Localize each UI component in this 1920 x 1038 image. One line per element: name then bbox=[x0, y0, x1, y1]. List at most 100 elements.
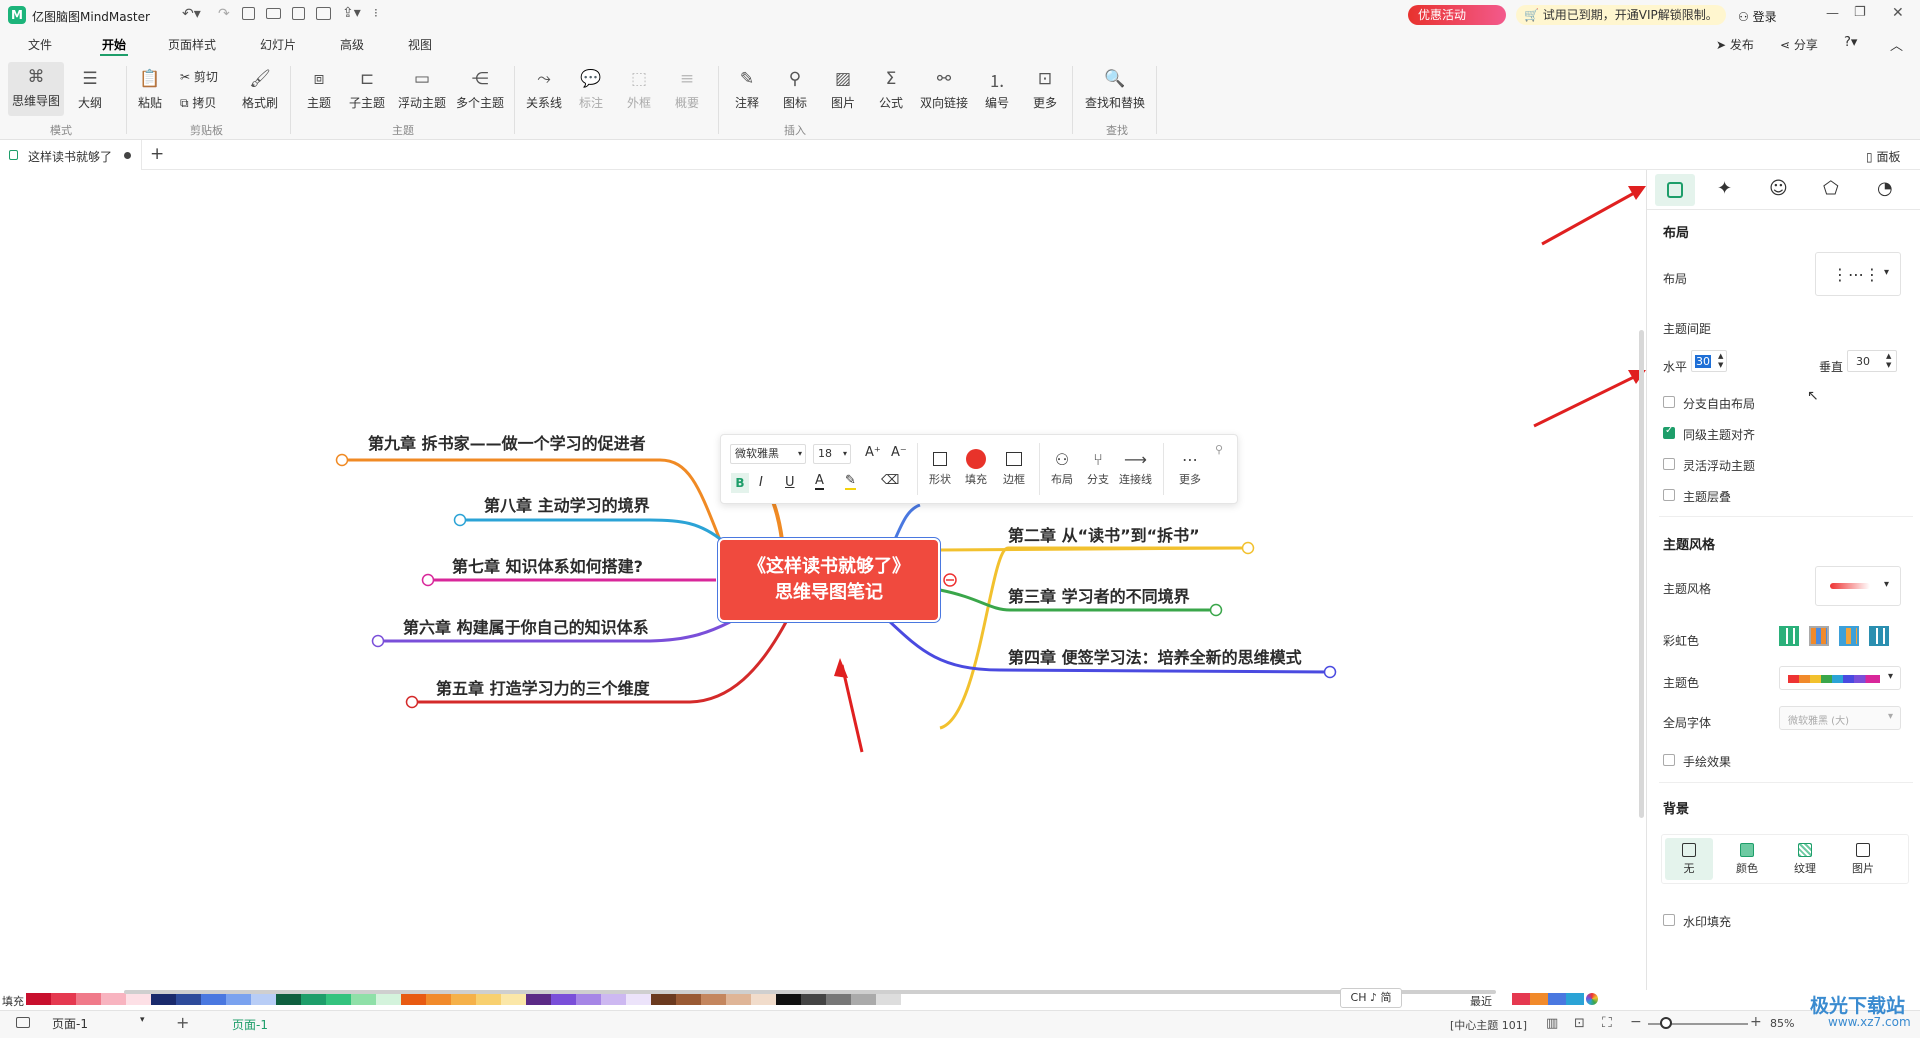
share-button[interactable]: ⋖ 分享 bbox=[1780, 36, 1818, 53]
connector-button[interactable]: ⟶ 连接线 bbox=[1119, 447, 1152, 487]
rainbow-option-3[interactable] bbox=[1839, 626, 1859, 646]
collapse-ribbon-button[interactable]: ︿ bbox=[1890, 35, 1903, 54]
fullscreen-icon[interactable]: ⛶ bbox=[1602, 1015, 1612, 1031]
free-layout-checkbox[interactable] bbox=[1663, 396, 1675, 408]
topic-overlap-checkbox[interactable] bbox=[1663, 489, 1675, 501]
layout-button[interactable]: ⚇ 布局 bbox=[1051, 447, 1073, 487]
panel-tab-layout[interactable] bbox=[1655, 174, 1695, 206]
zoom-slider-thumb[interactable] bbox=[1660, 1017, 1672, 1029]
shape-button[interactable]: 形状 bbox=[929, 447, 951, 487]
boundary-button[interactable]: ⬚ 外框 bbox=[624, 64, 654, 116]
numbering-button[interactable]: ⒈ 编号 bbox=[982, 64, 1012, 116]
maximize-button[interactable]: ❐ bbox=[1854, 5, 1866, 20]
branch-button[interactable]: ⑂ 分支 bbox=[1087, 447, 1109, 487]
topic-left-6[interactable]: 第六章 构建属于你自己的知识体系 bbox=[403, 614, 649, 638]
new-tab-button[interactable]: + bbox=[150, 144, 164, 164]
clear-format-icon[interactable]: ⌫ bbox=[881, 473, 899, 488]
panel-tab-theme[interactable]: ⬠ bbox=[1823, 178, 1839, 199]
border-button[interactable]: 边框 bbox=[1003, 447, 1025, 487]
relation-button[interactable]: ⤳ 关系线 bbox=[522, 64, 566, 116]
menu-advanced[interactable]: 高级 bbox=[340, 36, 364, 53]
icon-button[interactable]: ⚲ 图标 bbox=[780, 64, 810, 116]
redo-button[interactable]: ↷ bbox=[218, 6, 230, 22]
topic-left-9[interactable]: 第九章 拆书家——做一个学习的促进者 bbox=[368, 430, 646, 454]
pin-toolbar-icon[interactable]: ⚲ bbox=[1215, 443, 1223, 456]
format-brush-button[interactable]: 🖌 格式刷 bbox=[240, 64, 280, 116]
underline-button[interactable]: U bbox=[785, 475, 795, 490]
recent-colors[interactable] bbox=[1512, 993, 1584, 1005]
save-icon[interactable] bbox=[292, 7, 305, 20]
topic-left-7[interactable]: 第七章 知识体系如何搭建? bbox=[452, 553, 643, 577]
page-tab[interactable]: 页面-1 bbox=[232, 1016, 268, 1033]
fit-page-icon[interactable]: ⊡ bbox=[1574, 1016, 1585, 1031]
bilink-button[interactable]: ⚯ 双向链接 bbox=[918, 64, 970, 116]
panel-tab-history[interactable]: ◔ bbox=[1877, 178, 1893, 199]
align-siblings-checkbox[interactable]: ✓ bbox=[1663, 425, 1675, 439]
paste-button[interactable]: 📋 粘贴 bbox=[134, 64, 166, 116]
vertical-spacing-input[interactable]: 30 ▲ ▼ bbox=[1847, 350, 1897, 372]
vip-notice[interactable]: 🛒 试用已到期，开通VIP解锁限制。 bbox=[1516, 5, 1726, 25]
print-icon[interactable] bbox=[316, 7, 331, 20]
font-family-select[interactable]: 微软雅黑 ▾ bbox=[730, 444, 806, 464]
palette-scrollbar[interactable] bbox=[124, 990, 1496, 994]
font-grow-icon[interactable]: A⁺ bbox=[865, 445, 881, 460]
watermark-fill-checkbox[interactable] bbox=[1663, 914, 1675, 926]
color-wheel-icon[interactable] bbox=[1586, 993, 1598, 1005]
publish-button[interactable]: ➤ 发布 bbox=[1716, 36, 1754, 53]
copy-button[interactable]: ⧉ 拷贝 bbox=[180, 94, 216, 111]
bold-button[interactable]: B bbox=[731, 473, 749, 493]
italic-button[interactable]: I bbox=[759, 475, 763, 490]
topic-right-4[interactable]: 第四章 便签学习法：培养全新的思维模式 bbox=[1008, 644, 1302, 668]
help-button[interactable]: ?▾ bbox=[1844, 35, 1857, 50]
menu-home[interactable]: 开始 bbox=[102, 36, 126, 53]
subtopic-button[interactable]: ⊏ 子主题 bbox=[346, 64, 388, 116]
bg-image-option[interactable]: 图片 bbox=[1839, 838, 1887, 880]
font-shrink-icon[interactable]: A⁻ bbox=[891, 445, 907, 460]
open-folder-icon[interactable] bbox=[266, 8, 281, 19]
cut-button[interactable]: ✂ 剪切 bbox=[180, 68, 218, 85]
theme-color-select[interactable]: ▾ bbox=[1779, 666, 1901, 690]
new-file-icon[interactable] bbox=[242, 7, 255, 20]
formula-button[interactable]: Σ 公式 bbox=[876, 64, 906, 116]
outline-mode-button[interactable]: ☰ 大纲 bbox=[70, 64, 110, 116]
multi-topic-button[interactable]: ⋲ 多个主题 bbox=[454, 64, 506, 116]
mindmap-mode-button[interactable]: ⌘ 思维导图 bbox=[8, 62, 64, 116]
palette-swatches[interactable] bbox=[26, 993, 1276, 1005]
mindmap-canvas[interactable]: 第九章 拆书家——做一个学习的促进者 第八章 主动学习的境界 第七章 知识体系如… bbox=[0, 170, 1646, 990]
export-icon[interactable]: ⇪▾ bbox=[342, 5, 361, 21]
rainbow-option-1[interactable] bbox=[1779, 626, 1799, 646]
global-font-select[interactable]: 微软雅黑 (大) ▾ bbox=[1779, 706, 1901, 730]
page-select[interactable]: 页面-1 ▾ bbox=[52, 1015, 152, 1033]
rainbow-option-4[interactable] bbox=[1869, 626, 1889, 646]
zoom-out-button[interactable]: − bbox=[1630, 1014, 1642, 1030]
close-button[interactable]: ✕ bbox=[1892, 5, 1904, 21]
menu-slides[interactable]: 幻灯片 bbox=[260, 36, 296, 53]
more-button[interactable]: ⊡ 更多 bbox=[1030, 64, 1060, 116]
add-page-button[interactable]: + bbox=[176, 1013, 189, 1032]
menu-page-style[interactable]: 页面样式 bbox=[168, 36, 216, 53]
hand-drawn-checkbox[interactable] bbox=[1663, 754, 1675, 766]
document-tab[interactable]: 这样读书就够了 bbox=[0, 140, 142, 170]
image-button[interactable]: ▨ 图片 bbox=[828, 64, 858, 116]
fill-button[interactable]: 填充 bbox=[965, 447, 987, 487]
panel-toggle-button[interactable]: ▯ 面板 bbox=[1866, 148, 1900, 165]
theme-style-select[interactable]: ▾ bbox=[1815, 566, 1901, 606]
topic-left-8[interactable]: 第八章 主动学习的境界 bbox=[484, 492, 650, 516]
sidebar-toggle-icon[interactable] bbox=[16, 1017, 30, 1028]
topic-left-5[interactable]: 第五章 打造学习力的三个维度 bbox=[436, 675, 650, 699]
book-view-icon[interactable]: ▥ bbox=[1546, 1016, 1558, 1031]
layout-select[interactable]: ⋮⋯⋮ ▾ bbox=[1815, 252, 1901, 296]
panel-tab-ai[interactable]: ✦ bbox=[1717, 178, 1732, 199]
menu-file[interactable]: 文件 bbox=[28, 36, 52, 53]
panel-scrollbar[interactable] bbox=[1639, 330, 1644, 818]
undo-button[interactable]: ↶▾ bbox=[182, 6, 201, 22]
customize-icon[interactable]: ⁝ bbox=[374, 6, 378, 20]
callout-button[interactable]: 💬 标注 bbox=[576, 64, 606, 116]
font-color-icon[interactable]: A bbox=[815, 473, 824, 490]
minimize-button[interactable]: — bbox=[1826, 6, 1839, 21]
font-size-select[interactable]: 18 ▾ bbox=[813, 444, 851, 464]
topic-right-3[interactable]: 第三章 学习者的不同境界 bbox=[1008, 583, 1190, 607]
central-topic[interactable]: 《这样读书就够了》 思维导图笔记 bbox=[717, 537, 941, 623]
highlight-icon[interactable]: ✎ bbox=[845, 473, 856, 490]
floating-topic-button[interactable]: ▭ 浮动主题 bbox=[396, 64, 448, 116]
